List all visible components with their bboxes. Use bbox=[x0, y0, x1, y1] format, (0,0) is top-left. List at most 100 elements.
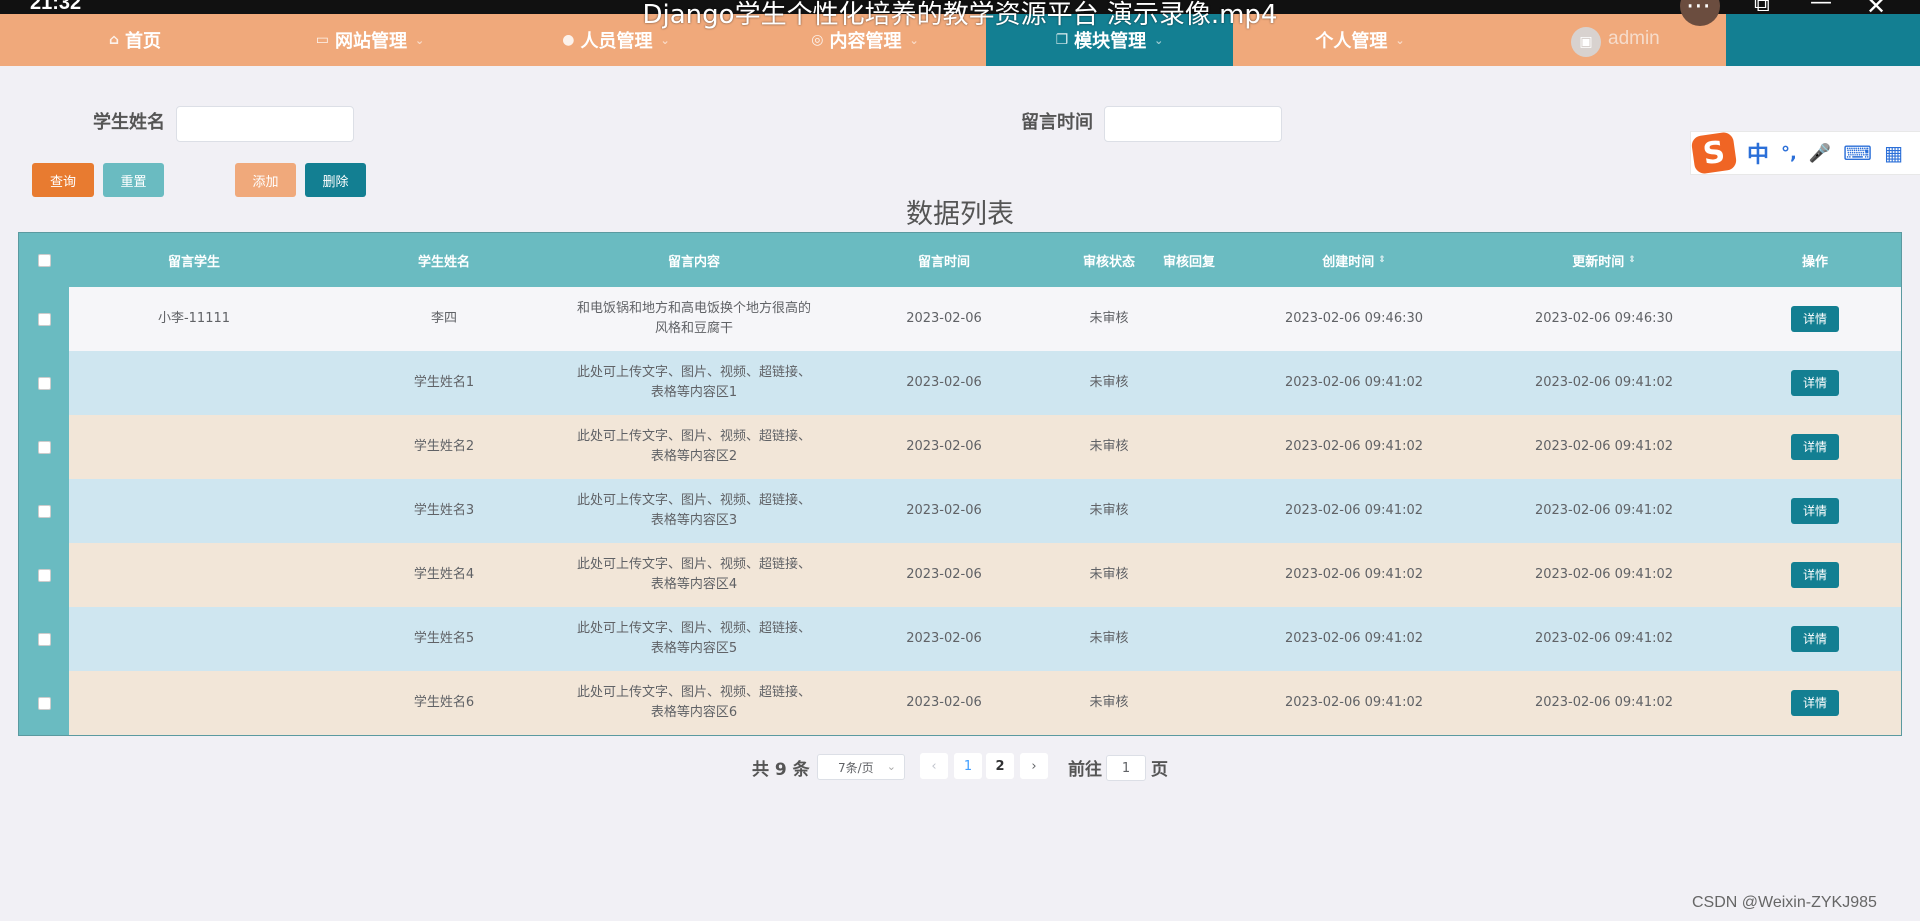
cell-message-content: 此处可上传文字、图片、视频、超链接、 表格等内容区1 bbox=[569, 351, 819, 415]
page-size-value: 7条/页 bbox=[838, 760, 874, 775]
close-icon[interactable]: ✕ bbox=[1866, 0, 1886, 20]
content-line: 表格等内容区4 bbox=[650, 577, 738, 592]
sort-icon[interactable]: ⇕ bbox=[1628, 255, 1636, 265]
keyboard-icon[interactable]: ⌨ bbox=[1843, 141, 1872, 165]
chevron-down-icon: ⌄ bbox=[909, 33, 919, 47]
col-review-reply: 审核回复 bbox=[1162, 254, 1215, 270]
cell-message-time: 2023-02-06 bbox=[906, 631, 982, 646]
table-row: 学生姓名1 此处可上传文字、图片、视频、超链接、 表格等内容区1 2023-02-06… bbox=[19, 351, 1901, 415]
col-created-time[interactable]: 创建时间 ⇕ bbox=[1229, 233, 1479, 287]
cell-review-reply bbox=[1149, 287, 1229, 351]
row-checkbox[interactable] bbox=[37, 696, 51, 710]
watermark: CSDN @Weixin-ZYKJ985 bbox=[1692, 894, 1877, 911]
detail-button[interactable]: 详情 bbox=[1791, 434, 1839, 460]
cell-student-name: 学生姓名3 bbox=[413, 503, 475, 518]
next-page-button[interactable]: › bbox=[1020, 753, 1048, 779]
row-checkbox[interactable] bbox=[37, 440, 51, 454]
cell-actions: 详情 bbox=[1729, 351, 1901, 415]
prev-page-button[interactable]: ‹ bbox=[920, 753, 948, 779]
cell-message-content: 此处可上传文字、图片、视频、超链接、 表格等内容区6 bbox=[569, 671, 819, 735]
col-created-time-label: 创建时间 bbox=[1322, 254, 1375, 270]
ime-toolbar: S 中 °, 🎤 ⌨ ▦ bbox=[1690, 131, 1920, 175]
cell-message-time: 2023-02-06 bbox=[906, 695, 982, 710]
cell-message-student: 小李-11111 bbox=[157, 311, 231, 326]
row-checkbox[interactable] bbox=[37, 376, 51, 390]
row-select-cell bbox=[19, 671, 69, 735]
row-checkbox[interactable] bbox=[37, 568, 51, 582]
cell-review-status: 未审核 bbox=[1089, 439, 1129, 454]
detail-button[interactable]: 详情 bbox=[1791, 690, 1839, 716]
row-checkbox[interactable] bbox=[37, 312, 51, 326]
detail-button[interactable]: 详情 bbox=[1791, 306, 1839, 332]
table-row: 学生姓名5 此处可上传文字、图片、视频、超链接、 表格等内容区5 2023-02-06… bbox=[19, 607, 1901, 671]
cell-message-student bbox=[69, 607, 319, 671]
cell-message-student bbox=[69, 415, 319, 479]
chinese-mode-icon[interactable]: 中 bbox=[1747, 137, 1769, 169]
cell-review-reply bbox=[1149, 607, 1229, 671]
row-checkbox[interactable] bbox=[37, 504, 51, 518]
cell-student-name: 学生姓名2 bbox=[413, 439, 475, 454]
restore-window-icon[interactable]: ⧉ bbox=[1754, 0, 1770, 17]
cell-message-content: 此处可上传文字、图片、视频、超链接、 表格等内容区5 bbox=[569, 607, 819, 671]
content-line: 和电饭锅和地方和高电饭换个地方很高的 bbox=[576, 301, 811, 316]
col-updated-time[interactable]: 更新时间 ⇕ bbox=[1479, 233, 1729, 287]
content-line: 此处可上传文字、图片、视频、超链接、 bbox=[576, 365, 811, 380]
user-name[interactable]: admin bbox=[1608, 28, 1660, 50]
student-name-label: 学生姓名 bbox=[93, 112, 165, 133]
monitor-icon: ▭ bbox=[315, 32, 329, 48]
detail-button[interactable]: 详情 bbox=[1791, 370, 1839, 396]
toolbox-icon[interactable]: ▦ bbox=[1884, 141, 1903, 165]
content-line: 表格等内容区5 bbox=[650, 641, 738, 656]
table-row: 学生姓名6 此处可上传文字、图片、视频、超链接、 表格等内容区6 2023-02-06… bbox=[19, 671, 1901, 735]
col-review-status: 审核状态 bbox=[1082, 254, 1135, 270]
cell-message-content: 此处可上传文字、图片、视频、超链接、 表格等内容区4 bbox=[569, 543, 819, 607]
detail-button[interactable]: 详情 bbox=[1791, 498, 1839, 524]
chevron-down-icon: ⌄ bbox=[660, 33, 670, 47]
detail-button[interactable]: 详情 bbox=[1791, 626, 1839, 652]
row-checkbox[interactable] bbox=[37, 632, 51, 646]
cell-student-name: 学生姓名6 bbox=[413, 695, 475, 710]
goto-page-input[interactable]: 1 bbox=[1106, 755, 1146, 781]
cell-student-name: 李四 bbox=[430, 311, 457, 326]
detail-button[interactable]: 详情 bbox=[1791, 562, 1839, 588]
goto-label: 前往 bbox=[1068, 760, 1102, 780]
message-time-input[interactable] bbox=[1104, 106, 1282, 142]
copy-icon: ❐ bbox=[1055, 32, 1069, 48]
sogou-logo-icon[interactable]: S bbox=[1690, 131, 1738, 175]
sort-icon[interactable]: ⇕ bbox=[1378, 255, 1386, 265]
cell-updated-time: 2023-02-06 09:46:30 bbox=[1534, 311, 1674, 326]
cell-review-status: 未审核 bbox=[1089, 311, 1129, 326]
row-select-cell bbox=[19, 479, 69, 543]
chevron-down-icon: ⌄ bbox=[1395, 33, 1405, 47]
app-window: 21:32 Django学生个性化培养的教学资源平台 演示录像.mp4 ··· … bbox=[0, 0, 1920, 921]
cell-updated-time: 2023-02-06 09:41:02 bbox=[1534, 375, 1674, 390]
more-icon[interactable]: ··· bbox=[1686, 0, 1711, 22]
minimize-icon[interactable]: — bbox=[1810, 0, 1832, 15]
cell-message-time: 2023-02-06 bbox=[906, 375, 982, 390]
data-table: 留言学生 学生姓名 留言内容 留言时间 审核状态 审核回复 创建时间 ⇕ 更新时… bbox=[18, 232, 1902, 736]
microphone-icon[interactable]: 🎤 bbox=[1809, 143, 1831, 164]
cell-created-time: 2023-02-06 09:46:30 bbox=[1284, 311, 1424, 326]
cell-student-name: 学生姓名4 bbox=[413, 567, 475, 582]
content-line: 此处可上传文字、图片、视频、超链接、 bbox=[576, 429, 811, 444]
select-all-checkbox[interactable] bbox=[37, 253, 51, 267]
avatar[interactable]: ▣ bbox=[1571, 27, 1601, 57]
cell-actions: 详情 bbox=[1729, 479, 1901, 543]
page-1[interactable]: 1 bbox=[954, 753, 982, 779]
page-size-select[interactable]: 7条/页 ⌄ bbox=[817, 754, 905, 780]
cell-created-time: 2023-02-06 09:41:02 bbox=[1284, 695, 1424, 710]
content-line: 表格等内容区2 bbox=[650, 449, 738, 464]
row-select-cell bbox=[19, 351, 69, 415]
student-name-input[interactable] bbox=[176, 106, 354, 142]
select-all-cell bbox=[19, 233, 69, 287]
page-title: 数据列表 bbox=[906, 199, 1014, 230]
row-select-cell bbox=[19, 543, 69, 607]
punctuation-icon[interactable]: °, bbox=[1781, 143, 1797, 164]
page-2[interactable]: 2 bbox=[986, 753, 1014, 779]
cell-message-student bbox=[69, 671, 319, 735]
circle-icon: ◎ bbox=[811, 32, 824, 48]
col-message-content: 留言内容 bbox=[667, 254, 720, 270]
video-title: Django学生个性化培养的教学资源平台 演示录像.mp4 bbox=[642, 0, 1278, 30]
table-row: 学生姓名2 此处可上传文字、图片、视频、超链接、 表格等内容区2 2023-02-06… bbox=[19, 415, 1901, 479]
cell-actions: 详情 bbox=[1729, 415, 1901, 479]
